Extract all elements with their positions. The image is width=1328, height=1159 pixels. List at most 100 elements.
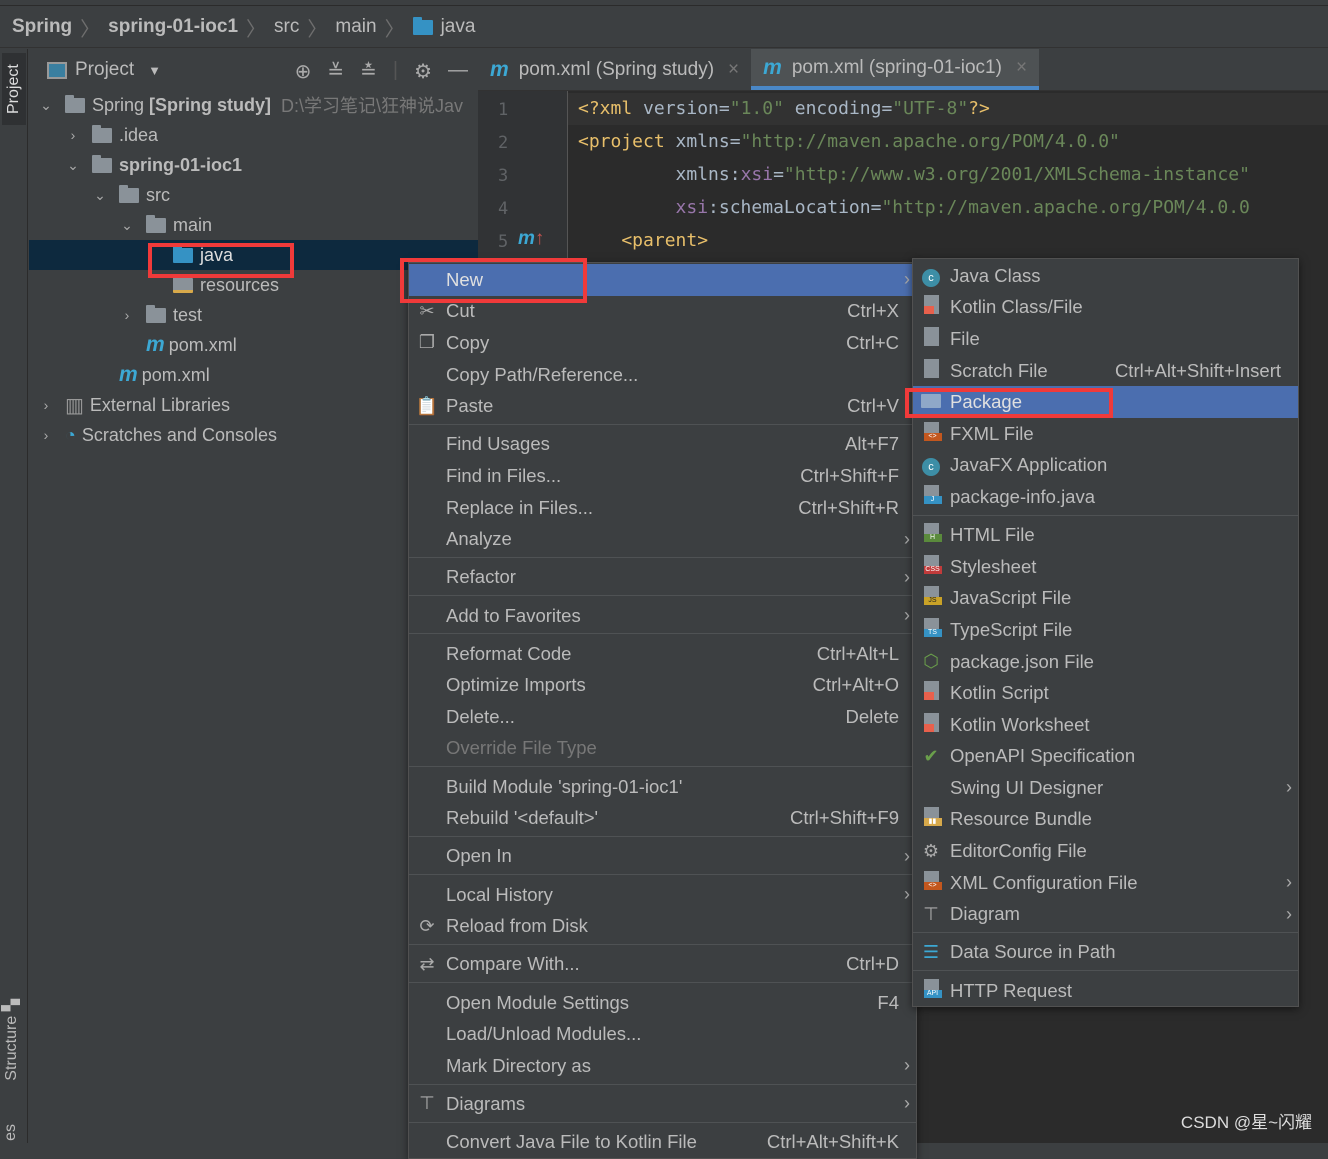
menu-item-label: Local History	[446, 883, 553, 905]
project-tool-tab[interactable]: Project	[2, 53, 26, 125]
menu-item-build-module-spring-01-ioc1[interactable]: Build Module 'spring-01-ioc1'	[409, 771, 916, 803]
tree-item[interactable]: ⌄ Spring [Spring study] D:\学习笔记\狂神说Jav	[29, 90, 478, 120]
code-token: xmlns=	[675, 131, 741, 152]
menu-item-delete[interactable]: Delete... Delete	[409, 701, 916, 733]
editor-tab[interactable]: m pom.xml (Spring study) ×	[478, 49, 751, 90]
breadcrumb-item[interactable]: spring-01-ioc1	[108, 16, 238, 38]
menu-item-copy[interactable]: ❐ Copy Ctrl+C	[409, 327, 916, 359]
menu-item-package-info-java[interactable]: Jpackage-info.java	[913, 481, 1298, 513]
menu-item-refactor[interactable]: Refactor ›	[409, 562, 916, 594]
menu-item-editorconfig-file[interactable]: ⚙ EditorConfig File	[913, 835, 1298, 867]
menu-item-optimize-imports[interactable]: Optimize Imports Ctrl+Alt+O	[409, 670, 916, 702]
menu-item-fxml-file[interactable]: <> FXML File	[913, 418, 1298, 450]
menu-item-copy-path-reference[interactable]: Copy Path/Reference...	[409, 359, 916, 391]
menu-item-label: Add to Favorites	[446, 604, 581, 626]
maven-parent-icon[interactable]: m↑	[518, 228, 544, 250]
gear-icon[interactable]: ⚙	[414, 59, 432, 84]
menu-item-paste[interactable]: 📋 Paste Ctrl+V	[409, 390, 916, 422]
annotation-box-package	[905, 388, 1113, 418]
menu-item-swing-ui-designer[interactable]: Swing UI Designer ›	[913, 772, 1298, 804]
chevron-right-icon[interactable]: ›	[120, 307, 134, 323]
chevron-down-icon[interactable]: ⌄	[66, 157, 80, 174]
chevron-right-icon[interactable]: ›	[66, 127, 80, 143]
tree-item[interactable]: ⌄ spring-01-ioc1	[29, 150, 478, 180]
menu-item-analyze[interactable]: Analyze ›	[409, 523, 916, 555]
annotation-box-new	[400, 258, 587, 303]
menu-item-javascript-file[interactable]: JS JavaScript File	[913, 583, 1298, 615]
close-icon[interactable]: ×	[728, 59, 739, 81]
menu-item-scratch-file[interactable]: Scratch File Ctrl+Alt+Shift+Insert	[913, 355, 1298, 387]
code-token: "1.0"	[729, 98, 784, 119]
minimize-icon[interactable]: —	[448, 59, 468, 84]
menu-item-kotlin-script[interactable]: Kotlin Script	[913, 677, 1298, 709]
menu-item-stylesheet[interactable]: CSS Stylesheet	[913, 551, 1298, 583]
menu-item-replace-in-files[interactable]: Replace in Files... Ctrl+Shift+R	[409, 492, 916, 524]
chevron-right-icon[interactable]: ›	[39, 397, 53, 413]
fxml-file-icon: <>	[919, 421, 943, 446]
line-number: 3	[498, 166, 509, 186]
code-line: xmlns:xsi="http://www.w3.org/2001/XMLSch…	[578, 164, 1250, 185]
menu-item-java-class[interactable]: c Java Class	[913, 260, 1298, 292]
breadcrumb-item[interactable]: main	[335, 16, 376, 38]
menu-item-label: FXML File	[950, 422, 1034, 444]
openapi-icon: ✔	[923, 745, 939, 766]
chevron-down-icon[interactable]: ▼	[148, 63, 161, 78]
menu-item-html-file[interactable]: H HTML File	[913, 519, 1298, 551]
menu-item-open-module-settings[interactable]: Open Module Settings F4	[409, 987, 916, 1019]
menu-item-http-request[interactable]: API HTTP Request	[913, 975, 1298, 1007]
menu-item-open-in[interactable]: Open In ›	[409, 841, 916, 873]
tree-item[interactable]: ⌄ main	[29, 210, 478, 240]
menu-item-xml-configuration-file[interactable]: <> XML Configuration File ›	[913, 867, 1298, 899]
menu-item-diagrams[interactable]: ⊤ Diagrams ›	[409, 1088, 916, 1120]
expand-all-icon[interactable]: ≚	[327, 59, 344, 84]
database-icon: ☰	[922, 941, 940, 962]
chevron-right-icon: 〉	[246, 18, 267, 41]
chevron-down-icon[interactable]: ⌄	[39, 97, 53, 114]
menu-item-local-history[interactable]: Local History ›	[409, 879, 916, 911]
menu-item-convert-java-file-to-kotlin-file[interactable]: Convert Java File to Kotlin File Ctrl+Alt…	[409, 1126, 916, 1158]
line-number: 1	[498, 100, 509, 120]
collapse-all-icon[interactable]: ≛	[360, 59, 377, 84]
structure-tool-tab[interactable]: Structure ▚	[2, 999, 21, 1081]
menu-item-find-usages[interactable]: Find Usages Alt+F7	[409, 429, 916, 461]
menu-item-find-in-files[interactable]: Find in Files... Ctrl+Shift+F	[409, 460, 916, 492]
breadcrumb-item[interactable]: src	[274, 16, 299, 38]
breadcrumb-item[interactable]: java	[441, 16, 476, 38]
menu-item-rebuild-default[interactable]: Rebuild '<default>' Ctrl+Shift+F9	[409, 802, 916, 834]
chevron-down-icon[interactable]: ⌄	[93, 187, 107, 204]
menu-item-resource-bundle[interactable]: ▮▮ Resource Bundle	[913, 804, 1298, 836]
menu-item-reformat-code[interactable]: Reformat Code Ctrl+Alt+L	[409, 638, 916, 670]
menu-item-override-file-type[interactable]: Override File Type	[409, 733, 916, 765]
menu-item-add-to-favorites[interactable]: Add to Favorites ›	[409, 600, 916, 632]
editor-tab[interactable]: m pom.xml (spring-01-ioc1) ×	[751, 49, 1040, 90]
menu-item-label: Replace in Files...	[446, 496, 594, 518]
menu-item-label: JavaScript File	[950, 587, 1072, 609]
menu-item-mark-directory-as[interactable]: Mark Directory as ›	[409, 1050, 916, 1082]
menu-item-diagram[interactable]: ⊤ Diagram ›	[913, 898, 1298, 930]
menu-item-package-json-file[interactable]: ⬡ package.json File	[913, 646, 1298, 678]
menu-item-data-source-in-path[interactable]: ☰ Data Source in Path	[913, 937, 1298, 969]
menu-item-kotlin-worksheet[interactable]: Kotlin Worksheet	[913, 709, 1298, 741]
favorites-tool-tab[interactable]: es	[2, 1124, 20, 1141]
js-file-icon: JS	[919, 586, 943, 610]
menu-item-shortcut: Delete	[845, 705, 899, 727]
menu-item-openapi-specification[interactable]: ✔ OpenAPI Specification	[913, 741, 1298, 773]
locate-icon[interactable]: ⊕	[295, 59, 312, 84]
chevron-right-icon[interactable]: ›	[39, 427, 53, 443]
breadcrumb-item[interactable]: Spring	[12, 16, 72, 38]
close-icon[interactable]: ×	[1016, 57, 1027, 79]
libraries-icon: ▥	[65, 394, 84, 417]
menu-item-compare-with[interactable]: ⇄ Compare With... Ctrl+D	[409, 949, 916, 981]
chevron-down-icon[interactable]: ⌄	[120, 217, 134, 234]
menu-item-kotlin-class-file[interactable]: Kotlin Class/File	[913, 292, 1298, 324]
menu-item-label: Delete...	[446, 705, 515, 727]
menu-item-javafx-application[interactable]: c JavaFX Application	[913, 450, 1298, 482]
menu-item-typescript-file[interactable]: TS TypeScript File	[913, 614, 1298, 646]
tree-item[interactable]: ⌄ src	[29, 180, 478, 210]
project-view-selector[interactable]: Project	[75, 59, 134, 81]
menu-item-load-unload-modules[interactable]: Load/Unload Modules...	[409, 1018, 916, 1050]
menu-item-file[interactable]: File	[913, 323, 1298, 355]
tree-item[interactable]: › .idea	[29, 120, 478, 150]
menu-item-label: Optimize Imports	[446, 674, 586, 696]
menu-item-reload-from-disk[interactable]: ⟳ Reload from Disk	[409, 910, 916, 942]
